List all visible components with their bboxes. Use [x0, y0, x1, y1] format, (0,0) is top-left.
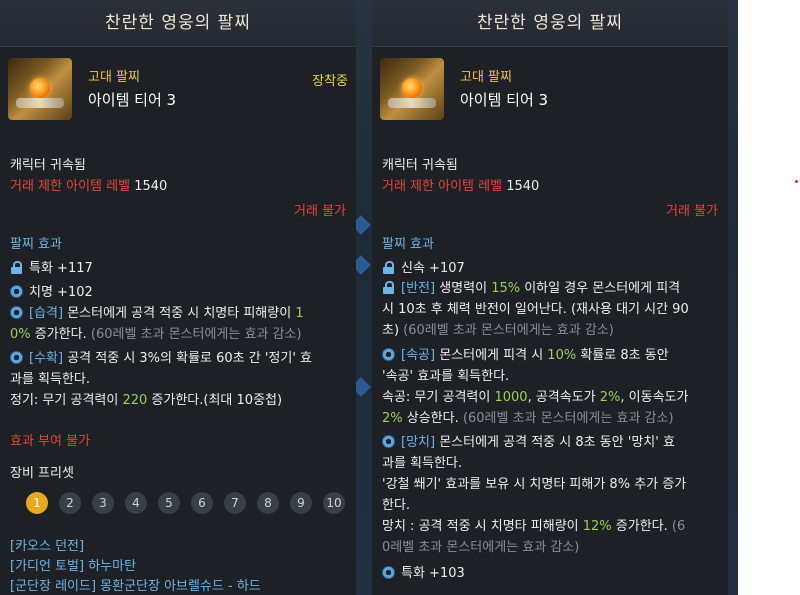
trade-unavailable: 거래 불가 [666, 204, 718, 219]
red-dot [795, 180, 798, 183]
effect-paragraph: [반전] 생명력이 15% 이하일 경우 몬스터에게 피격 시 10초 후 체력… [382, 281, 689, 338]
item-tier: 아이템 티어 3 [460, 91, 549, 109]
gear-icon [10, 351, 23, 364]
preset-button[interactable]: 8 [257, 492, 279, 514]
content-legion-raid: [군단장 레이드] 몽환군단장 아브렐슈드 - 하드 [10, 579, 261, 594]
preset-button[interactable]: 1 [26, 492, 48, 514]
trade-level: 거래 제한 아이템 레벨 1540 [382, 179, 540, 194]
no-grant-label: 효과 부여 불가 [10, 434, 91, 449]
effect-title: 팔찌 효과 [10, 237, 62, 252]
gear-icon [10, 285, 23, 298]
effect-title: 팔찌 효과 [382, 237, 434, 252]
item-tier: 아이템 티어 3 [88, 91, 177, 109]
item-grade: 고대 팔찌 [88, 70, 140, 85]
tooltip-title: 찬란한 영웅의 팔찌 [372, 0, 728, 47]
equipped-label: 장착중 [312, 74, 348, 89]
preset-button[interactable]: 4 [125, 492, 147, 514]
item-summary: 고대 팔찌 아이템 티어 3 [8, 58, 346, 120]
item-tooltip-left: 찬란한 영웅의 팔찌 고대 팔찌 아이템 티어 3 장착중 캐릭터 귀속됨 거래… [0, 0, 356, 595]
effect-paragraph: [망치] 몬스터에게 공격 적중 시 8초 동안 '망치' 효 과를 획득한다.… [382, 435, 687, 555]
gear-icon [382, 566, 395, 579]
lock-icon [10, 261, 23, 274]
gear-icon [382, 348, 395, 361]
preset-button[interactable]: 9 [290, 492, 312, 514]
content-chaos-dungeon: [카오스 던전] [10, 539, 85, 554]
gear-icon [382, 435, 395, 448]
bracelet-icon [380, 58, 444, 120]
preset-button[interactable]: 6 [191, 492, 213, 514]
stat-line: 특화 +117 [10, 257, 93, 276]
lock-icon [382, 281, 395, 294]
trade-unavailable: 거래 불가 [294, 204, 346, 219]
item-summary: 고대 팔찌 아이템 티어 3 [380, 58, 718, 120]
stat-line: 치명 +102 [10, 281, 93, 300]
bound-label: 캐릭터 귀속됨 [10, 158, 86, 173]
gear-icon [10, 306, 23, 319]
preset-selector: 1 2 3 4 5 6 7 8 9 10 [26, 492, 345, 514]
content-guardian: [가디언 토벌] 하누마탄 [10, 559, 137, 574]
stat-line: 특화 +103 [382, 562, 465, 581]
preset-button[interactable]: 3 [92, 492, 114, 514]
effect-paragraph: [속공] 몬스터에게 피격 시 10% 확률로 8초 동안 '속공' 효과를 획… [382, 348, 689, 426]
effect-paragraph: [습격] 몬스터에게 공격 적중 시 치명타 피해량이 1 0% 증가한다. (… [10, 306, 304, 342]
preset-button[interactable]: 5 [158, 492, 180, 514]
bracelet-icon [8, 58, 72, 120]
preset-button[interactable]: 10 [323, 492, 345, 514]
bound-label: 캐릭터 귀속됨 [382, 158, 458, 173]
tooltip-title: 찬란한 영웅의 팔찌 [0, 0, 356, 47]
game-background-left [356, 0, 372, 595]
stat-line: 신속 +107 [382, 257, 465, 276]
lock-icon [382, 261, 395, 274]
item-tooltip-right: 찬란한 영웅의 팔찌 고대 팔찌 아이템 티어 3 캐릭터 귀속됨 거래 제한 … [372, 0, 728, 595]
preset-title: 장비 프리셋 [10, 466, 74, 481]
item-grade: 고대 팔찌 [460, 70, 512, 85]
preset-button[interactable]: 2 [59, 492, 81, 514]
game-background-right [728, 0, 738, 595]
trade-level: 거래 제한 아이템 레벨 1540 [10, 179, 168, 194]
effect-paragraph: [수확] 공격 적중 시 3%의 확률로 60초 간 '정기' 효 과를 획득한… [10, 351, 313, 408]
preset-button[interactable]: 7 [224, 492, 246, 514]
